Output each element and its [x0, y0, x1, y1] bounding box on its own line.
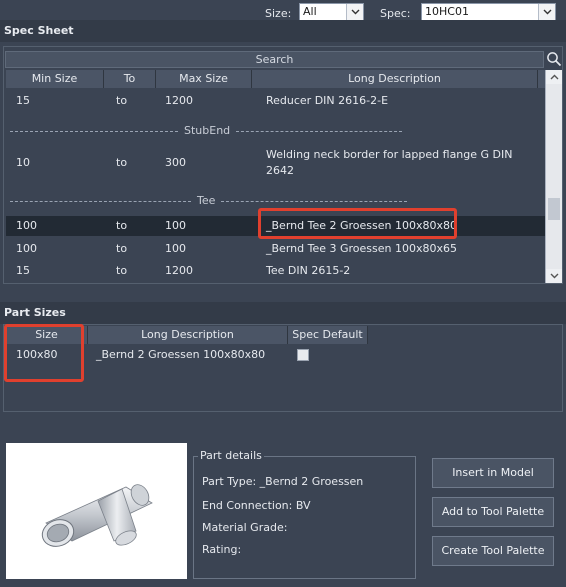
group-separator-tee: Tee	[6, 194, 545, 208]
cell-min-size: 10	[16, 156, 30, 169]
cell-to: to	[116, 242, 128, 255]
material-grade-label: Material Grade:	[202, 521, 288, 534]
scroll-up-icon[interactable]	[546, 70, 562, 84]
cell-min-size: 100	[16, 242, 37, 255]
part-sizes-header: Part Sizes	[0, 302, 566, 324]
col-spec-default[interactable]: Spec Default	[288, 326, 368, 344]
size-dropdown[interactable]: All	[299, 3, 364, 21]
table-row[interactable]: 15 to 1200 Reducer DIN 2616-2-E	[6, 94, 545, 110]
group-label: StubEnd	[184, 124, 231, 137]
scroll-thumb[interactable]	[548, 198, 560, 220]
cell-description: Tee DIN 2615-2	[266, 264, 351, 277]
cell-max-size: 100	[165, 219, 186, 232]
cell-min-size: 15	[16, 94, 30, 107]
separator-line	[236, 130, 403, 132]
separator-line	[10, 200, 191, 202]
separator-line	[10, 130, 178, 132]
spec-dropdown[interactable]: 10HC01	[421, 3, 556, 21]
col-long-description[interactable]: Long Description	[252, 70, 538, 88]
cell-max-size: 1200	[165, 264, 193, 277]
spec-grid-header: Min Size To Max Size Long Description	[6, 70, 545, 88]
group-label: Tee	[197, 194, 216, 207]
spec-scrollbar[interactable]	[545, 70, 562, 283]
highlight-annotation	[258, 208, 457, 239]
search-icon[interactable]	[546, 51, 562, 70]
spec-default-checkbox[interactable]	[297, 349, 309, 361]
cell-to: to	[116, 94, 128, 107]
spec-dropdown-value: 10HC01	[425, 5, 469, 18]
cell-to: to	[116, 156, 128, 169]
cell-max-size: 100	[165, 242, 186, 255]
cell-to: to	[116, 219, 128, 232]
scroll-down-icon[interactable]	[546, 269, 562, 283]
add-to-tool-palette-button[interactable]: Add to Tool Palette	[432, 497, 554, 527]
part-details-group: Part details Part Type: _Bernd 2 Groesse…	[193, 449, 416, 579]
separator-line	[221, 200, 408, 202]
part-preview-image	[6, 443, 187, 579]
highlight-annotation	[4, 324, 84, 382]
cell-min-size: 100	[16, 219, 37, 232]
insert-in-model-button[interactable]: Insert in Model	[432, 458, 554, 488]
cell-description-line2: 2642	[266, 164, 294, 177]
part-details-title: Part details	[198, 449, 264, 462]
col-max-size[interactable]: Max Size	[156, 70, 252, 88]
col-min-size[interactable]: Min Size	[6, 70, 104, 88]
cell-description: Welding neck border for lapped flange G …	[266, 148, 513, 161]
cell-description: _Bernd Tee 3 Groessen 100x80x65	[266, 242, 457, 255]
spec-label: Spec:	[380, 7, 411, 20]
cell-description: _Bernd 2 Groessen 100x80x80	[96, 348, 266, 361]
create-tool-palette-button[interactable]: Create Tool Palette	[432, 536, 554, 566]
col-long-description[interactable]: Long Description	[88, 326, 288, 344]
cell-description: Reducer DIN 2616-2-E	[266, 94, 389, 107]
col-filler	[538, 70, 545, 88]
end-connection-label: End Connection: BV	[202, 499, 311, 512]
table-row[interactable]: 10 to 300 Welding neck border for lapped…	[6, 148, 545, 180]
cell-max-size: 300	[165, 156, 186, 169]
col-to[interactable]: To	[104, 70, 156, 88]
search-bar[interactable]: Search	[5, 51, 544, 68]
group-separator-stubend: StubEnd	[6, 124, 545, 138]
spec-sheet-header: Spec Sheet	[0, 20, 566, 42]
tee-fitting-icon	[41, 484, 153, 547]
table-row[interactable]: 15 to 1200 Tee DIN 2615-2	[6, 264, 545, 280]
chevron-down-icon[interactable]	[538, 4, 555, 20]
part-type-label: Part Type: _Bernd 2 Groessen	[202, 475, 364, 488]
cell-min-size: 15	[16, 264, 30, 277]
size-dropdown-value: All	[303, 5, 317, 18]
cell-to: to	[116, 264, 128, 277]
table-row[interactable]: 100 to 100 _Bernd Tee 3 Groessen 100x80x…	[6, 242, 545, 258]
chevron-down-icon[interactable]	[346, 4, 363, 20]
size-label: Size:	[265, 7, 292, 20]
cell-max-size: 1200	[165, 94, 193, 107]
rating-label: Rating:	[202, 543, 242, 556]
